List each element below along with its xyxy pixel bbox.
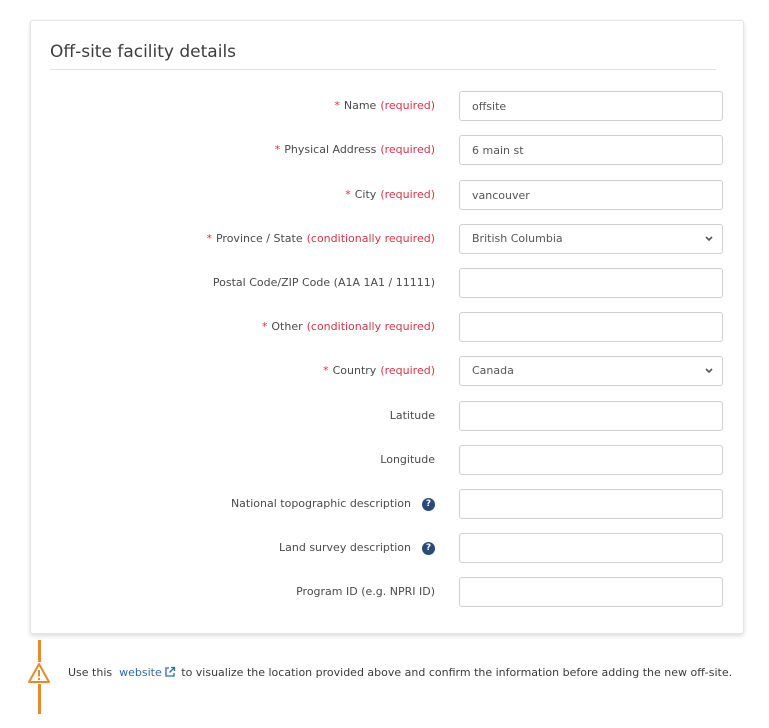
form-row-physical-address: * Physical Address (required) [31,135,745,165]
external-link-icon[interactable] [164,666,176,678]
national-topographic-input[interactable] [459,489,723,519]
country-selected-value: Canada [472,364,514,377]
other-label: * Other (conditionally required) [262,312,435,342]
province-state-select[interactable]: British Columbia [459,224,723,254]
required-text: (conditionally required) [306,232,435,245]
land-survey-help[interactable]: ? [422,533,435,563]
postal-code-input[interactable] [459,268,723,298]
province-state-selected-value: British Columbia [472,232,563,245]
chevron-down-icon [704,225,714,265]
country-label-text: Country [332,364,377,377]
other-label-text: Other [271,320,303,333]
website-link[interactable]: website [116,666,178,679]
website-link-text[interactable]: website [119,666,162,679]
postal-code-label: Postal Code/ZIP Code (A1A 1A1 / 11111) [213,268,435,298]
program-id-label-text: Program ID (e.g. NPRI ID) [296,585,435,598]
form-row-province-state: * Province / State (conditionally requir… [31,224,745,254]
warning-icon [28,662,50,684]
alert-text-after: to visualize the location provided above… [181,666,733,679]
city-label: * City (required) [345,180,435,210]
national-topographic-label: National topographic description [231,489,411,519]
required-text: (required) [380,99,435,112]
alert-text-before: Use this [68,666,113,679]
chevron-down-icon [704,357,714,397]
national-topographic-label-text: National topographic description [230,497,411,510]
required-text: (required) [380,364,435,377]
name-label-text: Name [343,99,377,112]
required-text: (required) [380,188,435,201]
question-circle-icon[interactable]: ? [422,541,435,555]
city-label-text: City [354,188,377,201]
latitude-label-text: Latitude [389,409,435,422]
required-text: (required) [380,143,435,156]
question-circle-icon[interactable]: ? [422,497,435,511]
form-row-longitude: Longitude [31,445,745,475]
form-row-other: * Other (conditionally required) [31,312,745,342]
other-input[interactable] [459,312,723,342]
required-text: (conditionally required) [306,320,435,333]
required-asterisk: * [261,320,268,333]
physical-address-label: * Physical Address (required) [275,135,435,165]
province-state-label-text: Province / State [215,232,303,245]
name-input[interactable] [459,91,723,121]
warning-alert: Use this website to visualize the locati… [28,640,748,714]
latitude-input[interactable] [459,401,723,431]
form-row-latitude: Latitude [31,401,745,431]
name-label: * Name (required) [334,91,435,121]
alert-message: Use this website to visualize the locati… [68,662,738,684]
country-label: * Country (required) [323,356,435,386]
form-row-postal-code: Postal Code/ZIP Code (A1A 1A1 / 11111) [31,268,745,298]
longitude-label-text: Longitude [380,453,435,466]
postal-code-label-text: Postal Code/ZIP Code (A1A 1A1 / 11111) [212,276,435,289]
form-row-land-survey: Land survey description ? [31,533,745,563]
required-asterisk: * [206,232,212,245]
longitude-input[interactable] [459,445,723,475]
form-row-country: * Country (required) Canada [31,356,745,386]
physical-address-input[interactable] [459,135,723,165]
card-title: Off-site facility details [50,42,237,62]
longitude-label: Longitude [380,445,435,475]
program-id-input[interactable] [459,577,723,607]
title-divider [50,69,716,70]
province-state-label: * Province / State (conditionally requir… [206,224,435,254]
physical-address-label-text: Physical Address [284,143,377,156]
land-survey-label: Land survey description [279,533,411,563]
program-id-label: Program ID (e.g. NPRI ID) [296,577,435,607]
form-row-name: * Name (required) [31,91,745,121]
country-select[interactable]: Canada [459,356,723,386]
required-asterisk: * [323,364,329,377]
required-asterisk: * [274,143,281,156]
form-row-program-id: Program ID (e.g. NPRI ID) [31,577,745,607]
national-topographic-help[interactable]: ? [422,489,435,519]
form-row-national-topographic: National topographic description ? [31,489,745,519]
land-survey-input[interactable] [459,533,723,563]
latitude-label: Latitude [390,401,435,431]
required-asterisk: * [345,188,351,201]
required-asterisk: * [334,99,340,112]
form-row-city: * City (required) [31,180,745,210]
land-survey-label-text: Land survey description [279,541,411,554]
offsite-facility-card: Off-site facility details * Name (requir… [30,20,744,634]
city-input[interactable] [459,180,723,210]
